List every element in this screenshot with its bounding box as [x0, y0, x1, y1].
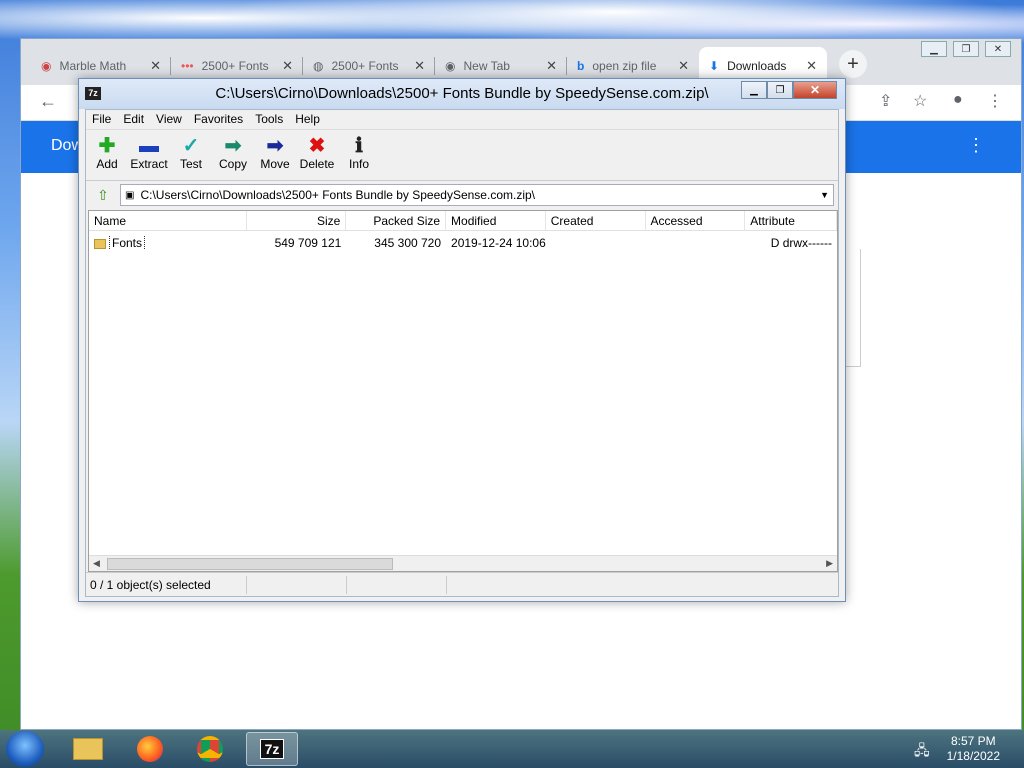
column-created[interactable]: Created — [546, 211, 646, 230]
menu-help[interactable]: Help — [289, 110, 326, 129]
column-name[interactable]: Name — [89, 211, 247, 230]
close-icon[interactable]: ✕ — [282, 58, 293, 74]
globe-icon: ◍ — [313, 59, 324, 73]
firefox-icon — [137, 736, 163, 762]
profile-icon[interactable]: ● — [953, 91, 963, 109]
clock-date: 1/18/2022 — [946, 749, 1000, 763]
minimize-button[interactable]: ▁ — [741, 81, 767, 99]
network-icon[interactable]: 🖧 — [914, 740, 930, 764]
column-packed-size[interactable]: Packed Size — [346, 211, 447, 230]
chrome-window-controls: ▁ ❐ ✕ — [921, 41, 1011, 57]
file-modified: 2019-12-24 10:06 — [451, 236, 546, 250]
back-arrow-icon[interactable]: ← — [39, 91, 57, 112]
close-icon[interactable]: ✕ — [414, 58, 425, 74]
status-panel — [246, 575, 346, 594]
close-window-button[interactable]: ✕ — [793, 81, 837, 99]
window-title: C:\Users\Cirno\Downloads\2500+ Fonts Bun… — [215, 85, 709, 102]
chrome-icon — [197, 736, 223, 762]
scroll-right-icon[interactable]: ▶ — [826, 558, 833, 569]
add-button[interactable]: ✚ Add — [86, 131, 128, 180]
table-row[interactable]: Fonts 549 709 121 345 300 720 2019-12-24… — [89, 233, 837, 253]
menu-edit[interactable]: Edit — [117, 110, 150, 129]
close-window-button[interactable]: ✕ — [985, 41, 1011, 57]
start-button[interactable] — [6, 731, 44, 767]
move-button[interactable]: ➡ Move — [254, 131, 296, 180]
downloads-menu-icon[interactable]: ⋮ — [967, 135, 985, 156]
folder-icon — [94, 238, 106, 249]
column-modified[interactable]: Modified — [446, 211, 546, 230]
column-accessed[interactable]: Accessed — [646, 211, 746, 230]
menu-view[interactable]: View — [150, 110, 188, 129]
address-bar: ⇧ ▣ C:\Users\Cirno\Downloads\2500+ Fonts… — [86, 182, 838, 208]
horizontal-scrollbar[interactable]: ◀ ▶ — [89, 555, 837, 571]
scroll-left-icon[interactable]: ◀ — [93, 558, 100, 569]
7zip-window: 7z C:\Users\Cirno\Downloads\2500+ Fonts … — [78, 78, 846, 602]
info-button[interactable]: ℹ Info — [338, 131, 380, 180]
close-icon[interactable]: ✕ — [546, 58, 557, 74]
chrome-taskbar-button[interactable] — [184, 732, 236, 766]
clock[interactable]: 8:57 PM 1/18/2022 — [947, 734, 1000, 764]
test-button[interactable]: ✓ Test — [170, 131, 212, 180]
delete-button[interactable]: ✖ Delete — [296, 131, 338, 180]
taskbar: 7z 🖧 8:57 PM 1/18/2022 — [0, 730, 1024, 768]
archive-icon: ▣ — [125, 189, 135, 201]
7zip-icon: 7z — [259, 739, 285, 759]
up-folder-icon[interactable]: ⇧ — [90, 184, 116, 206]
7zip-client: File Edit View Favorites Tools Help ✚ Ad… — [85, 109, 839, 597]
scrollbar-thumb[interactable] — [107, 558, 393, 570]
7zip-taskbar-button[interactable]: 7z — [246, 732, 298, 766]
extract-button[interactable]: ▬ Extract — [128, 131, 170, 180]
file-list: Name Size Packed Size Modified Created A… — [88, 210, 838, 572]
more-menu-icon[interactable]: ⋮ — [987, 91, 1003, 111]
menu-favorites[interactable]: Favorites — [188, 110, 249, 129]
marble-icon: ◉ — [41, 59, 52, 73]
menu-bar: File Edit View Favorites Tools Help — [86, 110, 838, 130]
copy-button[interactable]: ➡ Copy — [212, 131, 254, 180]
plus-icon: ✚ — [98, 135, 116, 157]
info-icon: ℹ — [355, 135, 363, 157]
folder-icon — [73, 738, 103, 760]
minimize-button[interactable]: ▁ — [921, 41, 947, 57]
bing-icon: b — [577, 59, 585, 73]
list-header: Name Size Packed Size Modified Created A… — [89, 211, 837, 231]
status-panel — [446, 575, 546, 594]
status-panel — [346, 575, 446, 594]
move-arrow-icon: ➡ — [266, 135, 284, 157]
column-attribute[interactable]: Attribute — [745, 211, 837, 230]
status-bar: 0 / 1 object(s) selected — [86, 572, 838, 596]
new-tab-button[interactable]: + — [839, 50, 867, 78]
maximize-button[interactable]: ❐ — [953, 41, 979, 57]
status-text: 0 / 1 object(s) selected — [90, 577, 211, 592]
7zip-toolbar: ✚ Add ▬ Extract ✓ Test ➡ Copy ➡ Move ✖ D… — [86, 131, 838, 181]
dots-icon: ••• — [181, 59, 194, 73]
share-icon[interactable]: ⇪ — [879, 91, 892, 111]
path-combobox[interactable]: ▣ C:\Users\Cirno\Downloads\2500+ Fonts B… — [120, 184, 834, 206]
menu-file[interactable]: File — [86, 110, 117, 129]
minus-icon: ▬ — [139, 135, 159, 157]
clock-time: 8:57 PM — [950, 734, 996, 748]
file-name: Fonts — [109, 236, 146, 250]
close-icon[interactable]: ✕ — [678, 58, 689, 74]
check-icon: ✓ — [182, 135, 200, 157]
explorer-taskbar-button[interactable] — [62, 732, 114, 766]
maximize-button[interactable]: ❐ — [767, 81, 793, 99]
menu-tools[interactable]: Tools — [249, 110, 289, 129]
copy-arrow-icon: ➡ — [224, 135, 242, 157]
7zip-titlebar: 7z C:\Users\Cirno\Downloads\2500+ Fonts … — [79, 79, 845, 109]
file-size: 549 709 121 — [274, 236, 342, 250]
close-icon[interactable]: ✕ — [806, 58, 817, 74]
close-icon[interactable]: ✕ — [150, 58, 161, 74]
7zip-window-controls: ▁ ❐ ✕ — [741, 81, 837, 99]
file-attribute: D drwx------ — [770, 236, 832, 250]
file-packed-size: 345 300 720 — [374, 236, 442, 250]
firefox-taskbar-button[interactable] — [124, 732, 176, 766]
column-size[interactable]: Size — [247, 211, 347, 230]
delete-x-icon: ✖ — [308, 135, 326, 157]
download-icon: ⬇ — [709, 59, 720, 73]
chevron-down-icon[interactable]: ▼ — [820, 190, 829, 200]
star-icon[interactable]: ☆ — [913, 91, 927, 111]
chrome-icon: ◉ — [445, 59, 456, 73]
path-text: C:\Users\Cirno\Downloads\2500+ Fonts Bun… — [140, 188, 535, 202]
